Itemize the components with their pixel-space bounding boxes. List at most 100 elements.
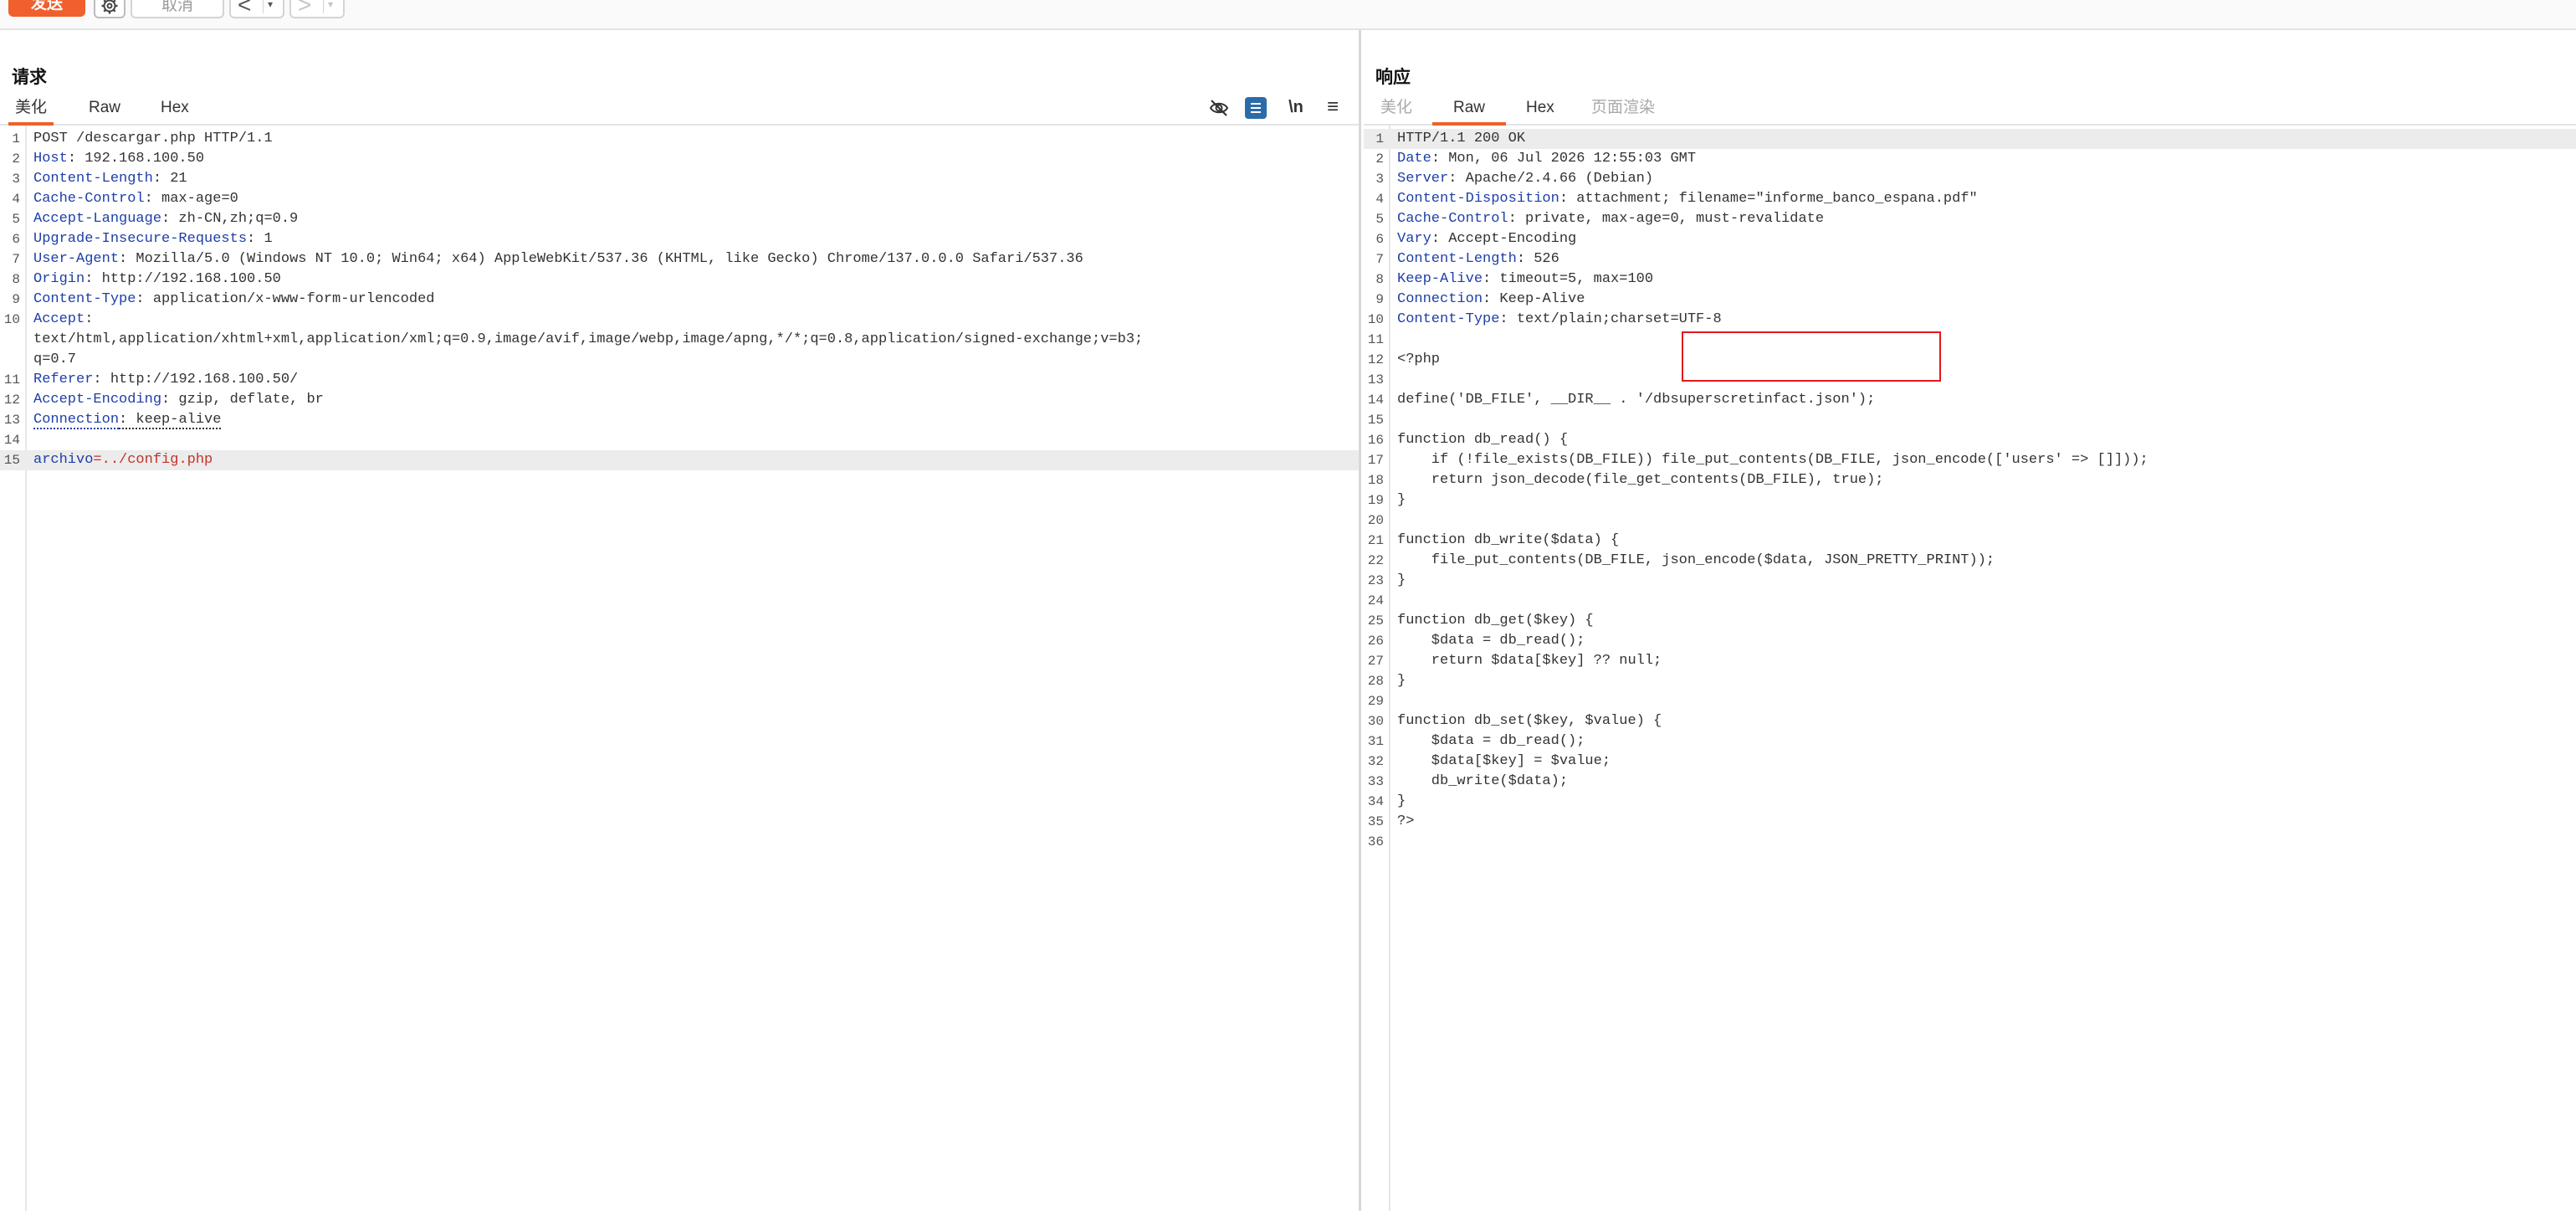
line-number: 6 — [1375, 232, 1384, 247]
line-number: 34 — [1367, 794, 1384, 809]
line-content: Cache-Control: private, max-age=0, must-… — [1397, 209, 1824, 229]
chevron-down-icon[interactable]: ▾ — [268, 0, 273, 13]
header-value: : max-age=0 — [144, 191, 238, 207]
line-content: Cache-Control: max-age=0 — [33, 189, 238, 209]
line-number: 5 — [12, 212, 20, 227]
line-content: function db_get($key) { — [1397, 613, 1594, 629]
line-content: Accept-Encoding: gzip, deflate, br — [33, 390, 324, 410]
line-content: Content-Length: 526 — [1397, 249, 1559, 269]
code-line: 9 Content-Type: application/x-www-form-ur… — [0, 290, 1359, 310]
code-line: 6 Vary: Accept-Encoding — [1364, 229, 2576, 249]
code-line: 29 — [1364, 691, 2576, 711]
line-number: 29 — [1367, 694, 1384, 709]
line-content: } — [1397, 572, 1406, 588]
tab-render[interactable]: 页面渲染 — [1591, 97, 1655, 122]
code-line: 15 — [1364, 410, 2576, 430]
line-content: } — [1397, 793, 1406, 809]
newline-icon[interactable]: \n — [1283, 95, 1308, 121]
header-value: : http://192.168.100.50 — [85, 271, 281, 287]
tab-pretty[interactable]: 美化 — [8, 97, 54, 126]
code-line: 4 Cache-Control: max-age=0 — [0, 189, 1359, 209]
tab-raw[interactable]: Raw — [1432, 97, 1506, 126]
chevron-down-icon[interactable]: ▾ — [328, 0, 333, 13]
line-number: 22 — [1367, 553, 1384, 568]
code-line: 6 Upgrade-Insecure-Requests: 1 — [0, 229, 1359, 249]
menu-icon[interactable]: ≡ — [1320, 95, 1345, 121]
line-number: 12 — [1367, 352, 1384, 367]
header-name: Content-Length — [1397, 251, 1517, 267]
code-line: 32 $data[$key] = $value; — [1364, 752, 2576, 772]
code-line: 10 Content-Type: text/plain;charset=UTF-8 — [1364, 310, 2576, 330]
code-line: 1 POST /descargar.php HTTP/1.1 — [0, 129, 1359, 149]
line-number: 11 — [1367, 332, 1384, 347]
line-number: 19 — [1367, 493, 1384, 508]
wrap-icon[interactable] — [1245, 97, 1267, 119]
header-name: Accept-Encoding — [33, 392, 162, 408]
code-line: 31 $data = db_read(); — [1364, 731, 2576, 752]
line-number: 10 — [3, 312, 20, 327]
code-line: 33 db_write($data); — [1364, 772, 2576, 792]
header-name: Server — [1397, 171, 1449, 187]
header-value: : gzip, deflate, br — [161, 392, 324, 408]
param-name: archivo — [33, 452, 94, 468]
code-line: 8 Keep-Alive: timeout=5, max=100 — [1364, 269, 2576, 290]
request-tools: \n ≡ — [1203, 95, 1354, 121]
code-line: 2 Date: Mon, 06 Jul 2026 12:55:03 GMT — [1364, 149, 2576, 169]
line-content: POST /descargar.php HTTP/1.1 — [33, 131, 273, 146]
header-value: : text/plain;charset=UTF-8 — [1499, 311, 1722, 327]
header-name: Date — [1397, 151, 1431, 167]
line-content: Content-Disposition: attachment; filenam… — [1397, 189, 1978, 209]
line-content: define('DB_FILE', __DIR__ . '/dbsuperscr… — [1397, 392, 1876, 408]
line-content: <?php — [1397, 351, 1441, 367]
eye-off-icon[interactable] — [1206, 95, 1232, 121]
header-name: Cache-Control — [1397, 211, 1508, 227]
tab-hex[interactable]: Hex — [161, 97, 189, 122]
line-content: Date: Mon, 06 Jul 2026 12:55:03 GMT — [1397, 149, 1696, 169]
request-editor[interactable]: 1 POST /descargar.php HTTP/1.1 2 Host: 192.… — [0, 126, 1359, 1211]
line-content: file_put_contents(DB_FILE, json_encode($… — [1397, 552, 1995, 568]
header-name: Referer — [33, 372, 94, 387]
line-number: 5 — [1375, 212, 1384, 227]
line-number: 28 — [1367, 674, 1384, 689]
line-number: 3 — [12, 172, 20, 187]
header-name: Origin — [33, 271, 85, 287]
line-content: } — [1397, 673, 1406, 689]
line-content: Connection: keep-alive — [33, 410, 222, 430]
code-line: 4 Content-Disposition: attachment; filena… — [1364, 189, 2576, 209]
code-line: 17 if (!file_exists(DB_FILE)) file_put_c… — [1364, 450, 2576, 470]
request-tabs: 美化 Raw Hex \n ≡ — [0, 92, 1359, 126]
settings-button[interactable] — [94, 0, 125, 18]
line-number: 30 — [1367, 714, 1384, 729]
code-line: 12 Accept-Encoding: gzip, deflate, br — [0, 390, 1359, 410]
header-value: : application/x-www-form-urlencoded — [136, 291, 435, 307]
tab-raw[interactable]: Raw — [89, 97, 120, 122]
line-number: 24 — [1367, 593, 1384, 608]
header-name: Content-Type — [33, 291, 136, 307]
line-number: 23 — [1367, 573, 1384, 588]
code-line: 11 Referer: http://192.168.100.50/ — [0, 370, 1359, 390]
header-value: : 526 — [1516, 251, 1559, 267]
line-content: Accept-Language: zh-CN,zh;q=0.9 — [33, 209, 298, 229]
response-editor[interactable]: 1 HTTP/1.1 200 OK 2 Date: Mon, 06 Jul 2026 … — [1364, 126, 2576, 1211]
send-button[interactable]: 发送 — [8, 0, 85, 17]
code-line: 14 define('DB_FILE', __DIR__ . '/dbsupers… — [1364, 390, 2576, 410]
tab-hex[interactable]: Hex — [1526, 97, 1554, 122]
line-number: 12 — [3, 393, 20, 408]
tab-pretty[interactable]: 美化 — [1380, 97, 1412, 122]
header-value: : Apache/2.4.66 (Debian) — [1448, 171, 1654, 187]
code-line: 22 file_put_contents(DB_FILE, json_encod… — [1364, 551, 2576, 571]
code-line: 3 Server: Apache/2.4.66 (Debian) — [1364, 169, 2576, 189]
line-content: if (!file_exists(DB_FILE)) file_put_cont… — [1397, 452, 2148, 468]
header-value: : private, max-age=0, must-revalidate — [1508, 211, 1825, 227]
back-button[interactable]: < ▾ — [229, 0, 284, 18]
cancel-button[interactable]: 取消 — [131, 0, 224, 18]
header-name: Content-Length — [33, 171, 153, 187]
forward-button[interactable]: > ▾ — [289, 0, 345, 18]
code-line: 7 Content-Length: 526 — [1364, 249, 2576, 269]
line-content: Host: 192.168.100.50 — [33, 149, 204, 169]
header-value: : keep-alive — [119, 412, 222, 429]
line-content: function db_set($key, $value) { — [1397, 713, 1662, 729]
header-name: Keep-Alive — [1397, 271, 1483, 287]
header-value: : 1 — [247, 231, 273, 247]
code-line: 20 — [1364, 511, 2576, 531]
